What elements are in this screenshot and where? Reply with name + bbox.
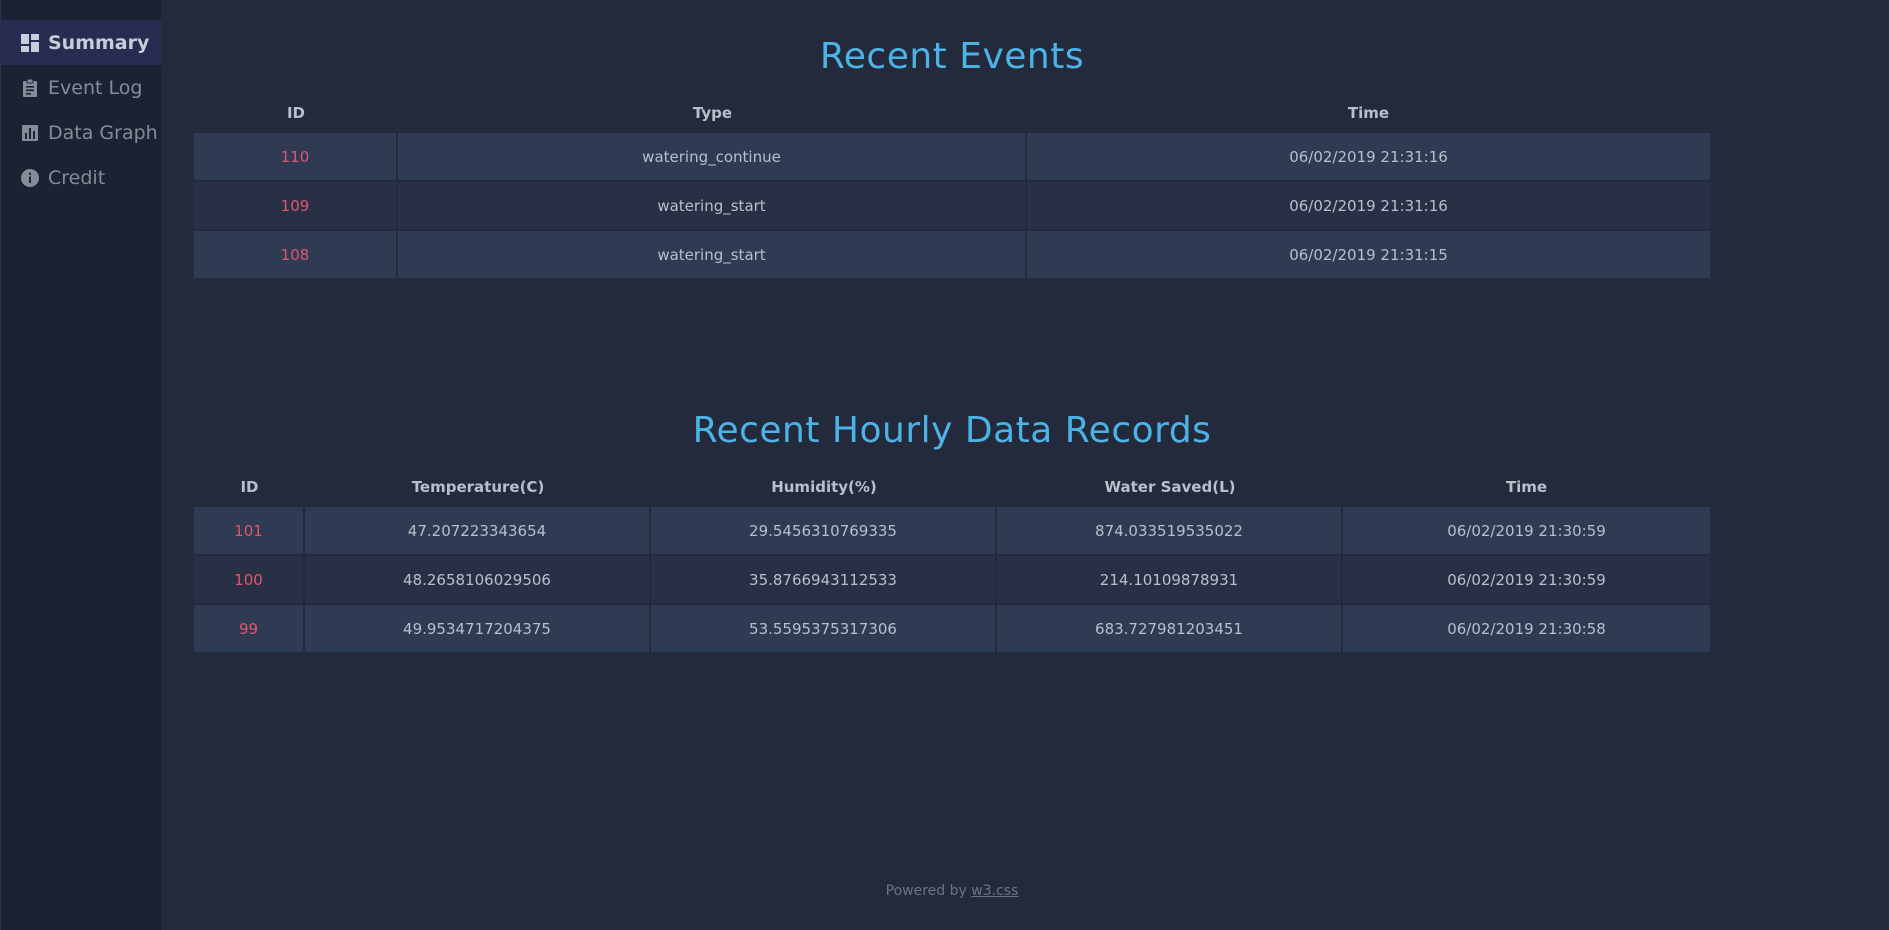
record-time-cell: 06/02/2019 21:30:58: [1343, 605, 1710, 654]
column-header-type: Type: [692, 104, 733, 122]
temperature-cell: 48.2658106029506: [305, 556, 651, 605]
humidity-cell: 53.5595375317306: [651, 605, 997, 654]
record-id-cell: 100: [194, 556, 305, 605]
water-saved-cell: 214.10109878931: [997, 556, 1343, 605]
column-header-temperature: Temperature(C): [411, 478, 545, 496]
sidebar-item-credit[interactable]: Credit: [1, 155, 161, 200]
bar-chart-icon: [20, 123, 40, 143]
event-time-cell: 06/02/2019 21:31:16: [1027, 133, 1710, 182]
table-row: 108 watering_start 06/02/2019 21:31:15: [194, 231, 1710, 280]
record-id-cell: 101: [194, 507, 305, 556]
sidebar-nav: Summary Event Log Data Graph Credit: [1, 20, 161, 200]
water-saved-cell: 874.033519535022: [997, 507, 1343, 556]
table-row: 109 watering_start 06/02/2019 21:31:16: [194, 182, 1710, 231]
table-header-row: ID Temperature(C) Humidity(%) Water Save…: [194, 467, 1710, 507]
dashboard-icon: [20, 33, 40, 53]
column-header-water-saved: Water Saved(L): [1104, 478, 1236, 496]
table-row: 99 49.9534717204375 53.5595375317306 683…: [194, 605, 1710, 654]
sidebar-item-summary[interactable]: Summary: [1, 20, 161, 65]
record-time-cell: 06/02/2019 21:30:59: [1343, 556, 1710, 605]
sidebar-item-label: Credit: [48, 166, 106, 189]
column-header-id: ID: [286, 104, 306, 122]
event-time-cell: 06/02/2019 21:31:15: [1027, 231, 1710, 280]
event-time-cell: 06/02/2019 21:31:16: [1027, 182, 1710, 231]
sidebar-item-label: Data Graph: [48, 121, 158, 144]
sidebar: Summary Event Log Data Graph Credit: [0, 0, 161, 930]
event-type-cell: watering_continue: [398, 133, 1027, 182]
event-id-cell: 109: [194, 182, 398, 231]
event-id-cell: 110: [194, 133, 398, 182]
info-icon: [20, 168, 40, 188]
water-saved-cell: 683.727981203451: [997, 605, 1343, 654]
column-header-time: Time: [1347, 104, 1390, 122]
table-header-row: ID Type Time: [194, 93, 1710, 133]
humidity-cell: 29.5456310769335: [651, 507, 997, 556]
column-header-time: Time: [1505, 478, 1548, 496]
clipboard-icon: [20, 78, 40, 98]
table-row: 101 47.207223343654 29.5456310769335 874…: [194, 507, 1710, 556]
footer-prefix: Powered by: [885, 883, 972, 899]
table-row: 110 watering_continue 06/02/2019 21:31:1…: [194, 133, 1710, 182]
sidebar-item-event-log[interactable]: Event Log: [1, 65, 161, 110]
recent-events-title: Recent Events: [819, 36, 1085, 77]
column-header-humidity: Humidity(%): [771, 478, 877, 496]
sidebar-item-label: Event Log: [48, 76, 143, 99]
column-header-id: ID: [240, 478, 259, 496]
event-id-cell: 108: [194, 231, 398, 280]
hourly-records-table: ID Temperature(C) Humidity(%) Water Save…: [194, 467, 1710, 654]
event-type-cell: watering_start: [398, 182, 1027, 231]
footer: Powered by w3.css: [160, 883, 1744, 899]
sidebar-item-label: Summary: [48, 31, 150, 54]
recent-hourly-records-title: Recent Hourly Data Records: [692, 410, 1212, 451]
temperature-cell: 47.207223343654: [305, 507, 651, 556]
record-id-cell: 99: [194, 605, 305, 654]
temperature-cell: 49.9534717204375: [305, 605, 651, 654]
recent-events-table: ID Type Time 110 watering_continue 06/02…: [194, 93, 1710, 280]
table-row: 100 48.2658106029506 35.8766943112533 21…: [194, 556, 1710, 605]
sidebar-item-data-graph[interactable]: Data Graph: [1, 110, 161, 155]
humidity-cell: 35.8766943112533: [651, 556, 997, 605]
main-content: Recent Events ID Type Time 110 watering_…: [160, 0, 1889, 930]
record-time-cell: 06/02/2019 21:30:59: [1343, 507, 1710, 556]
event-type-cell: watering_start: [398, 231, 1027, 280]
w3css-link[interactable]: w3.css: [971, 883, 1018, 899]
